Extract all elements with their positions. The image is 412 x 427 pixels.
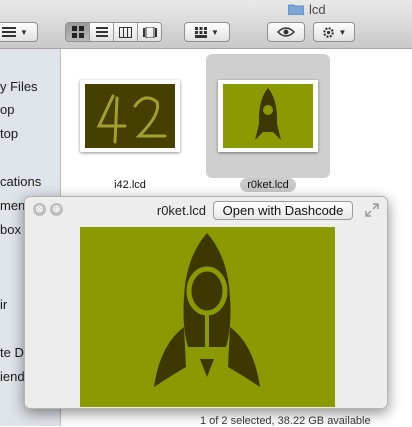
- arrange-icon: [195, 26, 208, 38]
- quick-look-filename: r0ket.lcd: [156, 203, 206, 218]
- close-icon[interactable]: ⊗: [33, 203, 46, 216]
- file-thumbnail: [80, 80, 180, 152]
- action-menu-button[interactable]: ▼: [313, 22, 355, 42]
- sidebar-item-applications[interactable]: cations: [0, 174, 41, 189]
- arrange-button[interactable]: ▼: [184, 22, 230, 42]
- folder-icon: [288, 4, 304, 15]
- file-thumbnail: [218, 80, 318, 152]
- window-title: lcd: [288, 1, 326, 17]
- list-view-menu-icon: [2, 27, 17, 37]
- sidebar-item-dropbox[interactable]: op: [0, 102, 14, 117]
- chevron-down-icon: ▼: [211, 27, 219, 37]
- chevron-down-icon: ▼: [338, 27, 347, 37]
- quick-look-button[interactable]: [267, 22, 305, 42]
- sidebar-item-all-my-files[interactable]: y Files: [0, 79, 38, 94]
- open-with-dashcode-button[interactable]: Open with Dashcode: [213, 201, 353, 220]
- lcd-preview-42: [85, 84, 175, 148]
- action-gear-icon: [322, 26, 334, 38]
- chevron-down-icon: ▼: [20, 27, 28, 37]
- quick-look-eye-icon: [277, 27, 295, 37]
- file-name-r0ket[interactable]: r0ket.lcd: [240, 178, 296, 192]
- quick-look-panel: ⊗ ⊕ r0ket.lcd Open with Dashcode: [24, 196, 388, 409]
- column-view-icon: [119, 26, 132, 38]
- list-view-button[interactable]: [89, 23, 113, 41]
- handwritten-42-image: [96, 94, 167, 144]
- view-mode-segmented-control[interactable]: [65, 22, 162, 42]
- cover-flow-icon: [142, 26, 157, 38]
- file-name-i42[interactable]: i42.lcd: [95, 179, 165, 191]
- sidebar-item-desktop[interactable]: top: [0, 126, 18, 141]
- rocket-image: [255, 88, 281, 140]
- expand-icon[interactable]: [365, 203, 379, 217]
- status-bar-text: 1 of 2 selected, 38.22 GB available: [200, 415, 371, 427]
- sidebar-item-airdrop[interactable]: ir: [0, 297, 7, 312]
- sidebar-item-dropbox-2[interactable]: box: [0, 222, 21, 237]
- list-view-menu-button[interactable]: ▼: [0, 22, 38, 42]
- title-bar: lcd: [0, 0, 412, 20]
- lcd-preview-r0ket: [223, 84, 313, 148]
- lcd-rocket-preview: [80, 227, 335, 407]
- cover-flow-button[interactable]: [137, 23, 161, 41]
- sidebar-item-documents[interactable]: men: [0, 198, 25, 213]
- icon-view-button[interactable]: [66, 23, 89, 41]
- column-view-button[interactable]: [113, 23, 137, 41]
- icon-view-icon: [71, 26, 84, 38]
- toolbar: ▼ ▼ ▼: [0, 20, 412, 49]
- list-view-icon: [95, 27, 108, 37]
- fullscreen-icon[interactable]: ⊕: [50, 203, 63, 216]
